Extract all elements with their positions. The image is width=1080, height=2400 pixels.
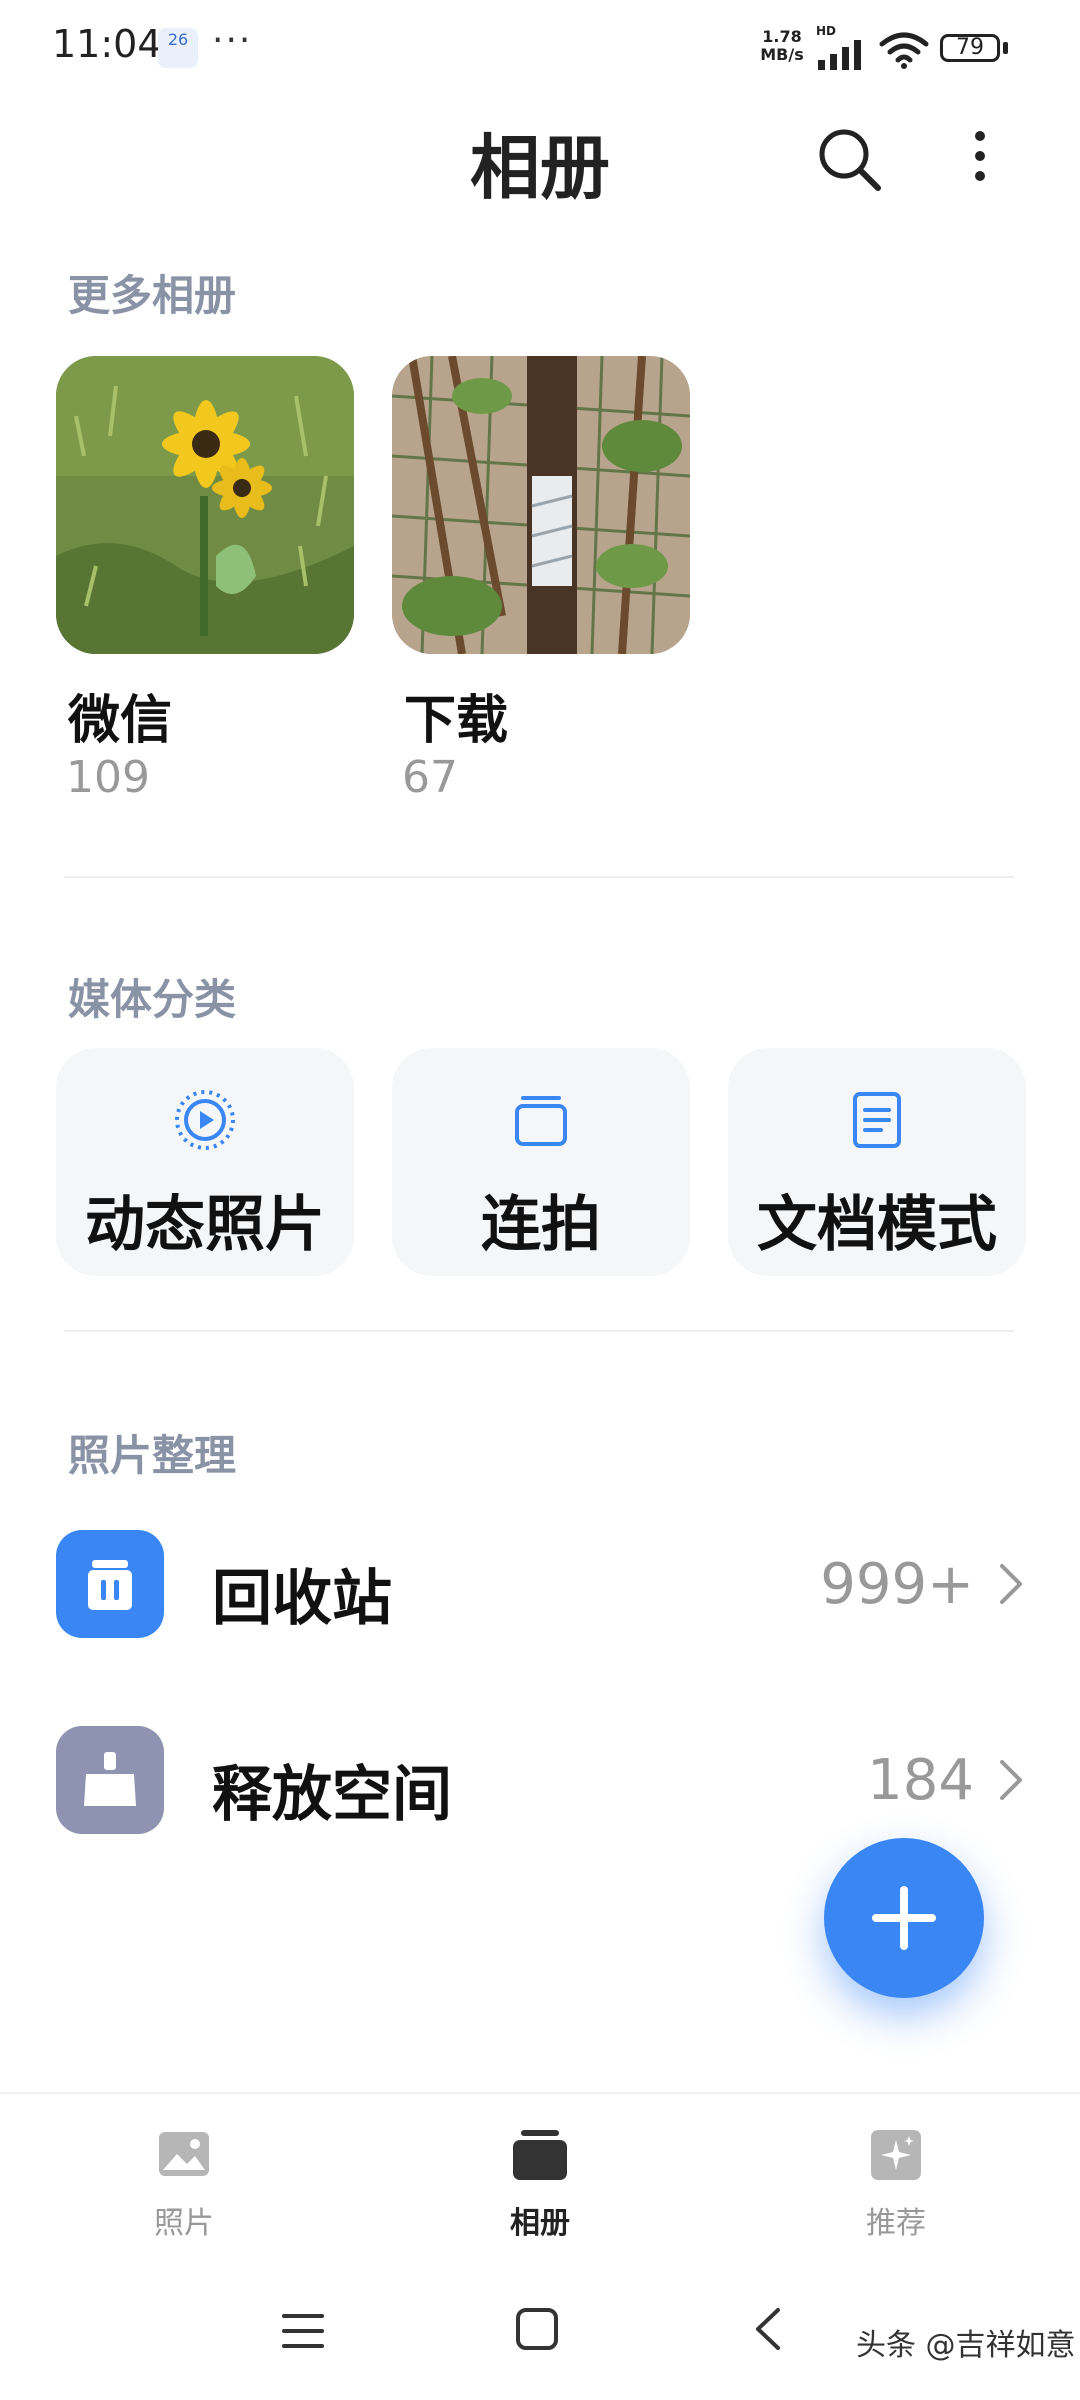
page-title: 相册 bbox=[470, 127, 610, 209]
watermark-text: 头条 @吉祥如意 bbox=[856, 2328, 1076, 2363]
section-organize-title: 照片整理 bbox=[68, 1431, 237, 1480]
tab-label-albums: 相册 bbox=[510, 2206, 570, 2241]
hd-badge: HD bbox=[816, 24, 837, 38]
tab-photos[interactable]: 照片 bbox=[94, 2126, 274, 2276]
organize-label-trash: 回收站 bbox=[212, 1564, 392, 1634]
net-speed-unit: MB/s bbox=[760, 45, 804, 64]
album-name-wechat[interactable]: 微信 bbox=[68, 678, 172, 753]
plus-icon bbox=[872, 1886, 936, 1950]
section-more-albums-title: 更多相册 bbox=[68, 271, 237, 320]
status-time: 11:04 bbox=[52, 22, 162, 66]
organize-row-free-space[interactable]: 释放空间 184 bbox=[0, 1706, 1080, 1856]
media-card-document[interactable]: 文档模式 bbox=[728, 1048, 1026, 1276]
tab-label-photos: 照片 bbox=[154, 2206, 214, 2241]
add-album-button[interactable] bbox=[824, 1838, 984, 1998]
battery-level: 79 bbox=[956, 35, 984, 60]
more-options-button[interactable] bbox=[950, 120, 1010, 200]
bottom-nav: 照片 相册 推荐 bbox=[0, 2092, 1080, 2294]
more-vertical-icon bbox=[975, 131, 985, 181]
album-image-wechat bbox=[56, 356, 354, 654]
recommend-icon bbox=[871, 2130, 921, 2180]
burst-icon bbox=[515, 1096, 567, 1146]
search-button[interactable] bbox=[810, 120, 890, 200]
tab-albums[interactable]: 相册 bbox=[450, 2126, 630, 2276]
net-speed: 1.78 MB/s bbox=[756, 28, 808, 64]
media-card-burst[interactable]: 连拍 bbox=[392, 1048, 690, 1276]
status-more-dots: ··· bbox=[212, 20, 253, 61]
media-card-live-photo[interactable]: 动态照片 bbox=[56, 1048, 354, 1276]
divider bbox=[64, 876, 1014, 878]
system-home-button[interactable] bbox=[512, 2304, 562, 2354]
trash-icon bbox=[88, 1560, 132, 1610]
section-media-types-title: 媒体分类 bbox=[68, 975, 237, 1024]
organize-label-free-space: 释放空间 bbox=[212, 1760, 452, 1830]
organize-row-trash[interactable]: 回收站 999+ bbox=[0, 1510, 1080, 1660]
battery-tip bbox=[1003, 42, 1008, 54]
media-label-live-photo: 动态照片 bbox=[85, 1190, 325, 1260]
system-back-button[interactable] bbox=[748, 2304, 788, 2354]
cleanup-icon-tile bbox=[56, 1726, 164, 1834]
album-thumbnail-downloads[interactable] bbox=[392, 356, 690, 654]
photos-icon bbox=[159, 2132, 209, 2176]
wifi-icon bbox=[879, 32, 929, 69]
calendar-day: 26 bbox=[167, 30, 189, 49]
document-icon bbox=[853, 1092, 901, 1148]
chevron-right-icon bbox=[1000, 1760, 1022, 1800]
organize-count-trash: 999+ bbox=[820, 1552, 974, 1617]
cleanup-icon bbox=[84, 1752, 136, 1806]
albums-icon bbox=[513, 2130, 567, 2180]
trash-icon-tile bbox=[56, 1530, 164, 1638]
album-count-wechat: 109 bbox=[66, 752, 150, 803]
net-speed-value: 1.78 bbox=[762, 27, 802, 46]
tab-label-recommend: 推荐 bbox=[866, 2206, 926, 2241]
album-count-downloads: 67 bbox=[402, 752, 458, 803]
system-menu-button[interactable] bbox=[278, 2306, 328, 2356]
divider bbox=[64, 1330, 1014, 1332]
media-label-document: 文档模式 bbox=[757, 1190, 997, 1260]
album-thumbnail-wechat[interactable] bbox=[56, 356, 354, 654]
search-icon bbox=[819, 129, 881, 191]
album-name-downloads[interactable]: 下载 bbox=[404, 678, 508, 753]
live-photo-icon bbox=[175, 1090, 235, 1150]
media-label-burst: 连拍 bbox=[481, 1190, 601, 1260]
tab-recommend[interactable]: 推荐 bbox=[806, 2126, 986, 2276]
album-image-downloads bbox=[392, 356, 690, 654]
chevron-right-icon bbox=[1000, 1564, 1022, 1604]
organize-count-free-space: 184 bbox=[867, 1748, 974, 1813]
signal-icon bbox=[818, 40, 861, 70]
